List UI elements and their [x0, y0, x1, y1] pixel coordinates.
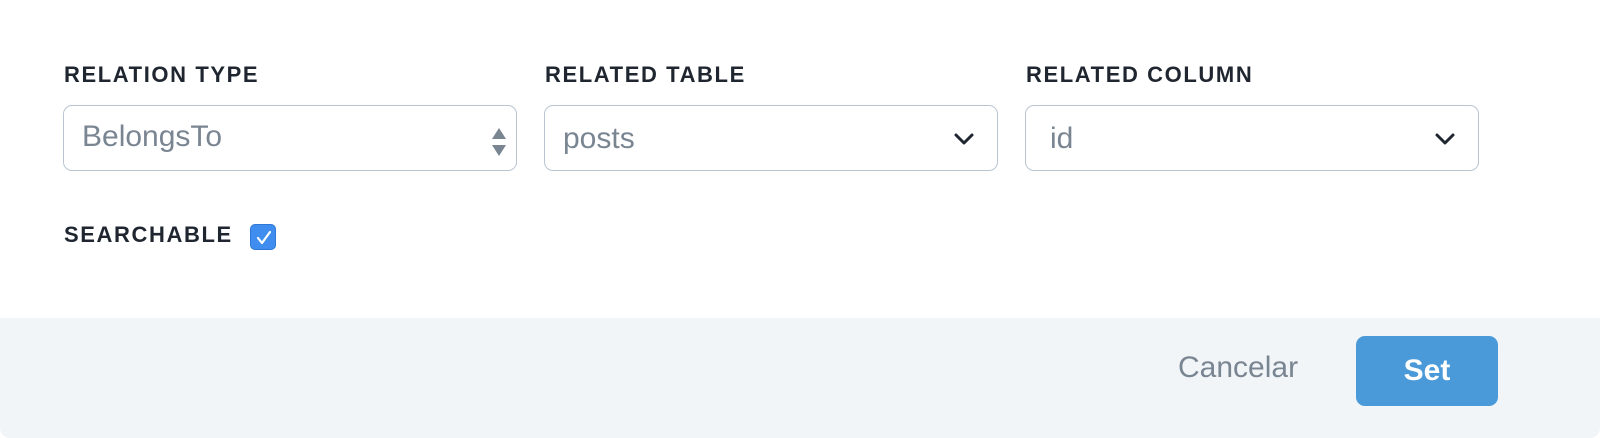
- relation-type-value: BelongsTo: [82, 120, 223, 153]
- related-table-select[interactable]: posts: [544, 105, 998, 171]
- chevron-down-icon: [954, 133, 974, 145]
- searchable-label: SEARCHABLE: [64, 222, 233, 247]
- related-column-select[interactable]: id: [1025, 105, 1479, 171]
- chevron-down-icon: [1435, 133, 1455, 145]
- cancel-button[interactable]: Cancelar: [1178, 351, 1298, 385]
- relation-type-label: RELATION TYPE: [64, 62, 260, 87]
- relation-modal: RELATION TYPE BelongsTo RELATED TABLE po…: [0, 0, 1600, 438]
- checkmark-icon: [256, 230, 272, 245]
- modal-footer: Cancelar Set: [0, 318, 1600, 438]
- updown-stepper-icon[interactable]: [490, 126, 508, 158]
- related-table-value: posts: [563, 122, 635, 155]
- relation-type-select[interactable]: BelongsTo: [63, 105, 517, 171]
- related-table-label: RELATED TABLE: [545, 62, 746, 87]
- searchable-checkbox[interactable]: [250, 224, 276, 250]
- related-column-label: RELATED COLUMN: [1026, 62, 1254, 87]
- related-column-value: id: [1050, 122, 1074, 155]
- modal-content: RELATION TYPE BelongsTo RELATED TABLE po…: [0, 0, 1600, 318]
- set-button[interactable]: Set: [1356, 336, 1498, 406]
